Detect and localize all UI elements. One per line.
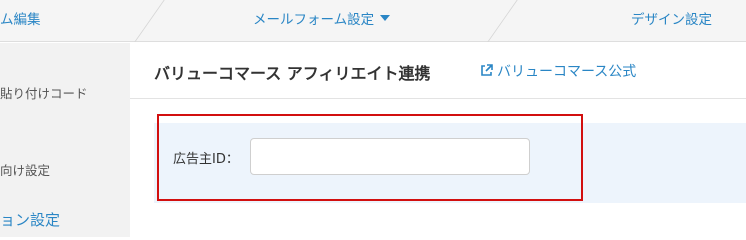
main-content: バリューコマース アフィリエイト連携 バリューコマース公式 広告主ID： — [130, 43, 746, 237]
top-navigation: ム編集 メールフォーム設定 デザイン設定 — [0, 0, 746, 42]
section-header: バリューコマース アフィリエイト連携 バリューコマース公式 — [130, 43, 746, 99]
sidebar-item-paste-code[interactable]: 貼り付けコード — [0, 83, 88, 102]
sidebar-item-device-settings[interactable]: 向け設定 — [0, 160, 50, 179]
nav-mail-form-settings-label: メールフォーム設定 — [253, 12, 375, 28]
caret-down-icon — [380, 15, 391, 21]
advertiser-id-input[interactable] — [250, 138, 530, 175]
valuecommerce-official-link[interactable]: バリューコマース公式 — [480, 61, 636, 81]
nav-divider — [134, 0, 165, 42]
nav-design-settings[interactable]: デザイン設定 — [631, 8, 712, 28]
page-title: バリューコマース アフィリエイト連携 — [154, 64, 431, 83]
advertiser-id-label: 広告主ID： — [173, 152, 239, 167]
sidebar-item-option-settings[interactable]: ョン設定 — [0, 209, 60, 230]
nav-divider — [487, 0, 518, 42]
nav-mail-form-settings[interactable]: メールフォーム設定 — [253, 8, 391, 28]
external-link-label: バリューコマース公式 — [497, 64, 637, 80]
external-link-icon — [481, 64, 493, 76]
nav-form-edit[interactable]: ム編集 — [0, 8, 41, 28]
sidebar: 貼り付けコード 向け設定 ョン設定 — [0, 43, 130, 237]
